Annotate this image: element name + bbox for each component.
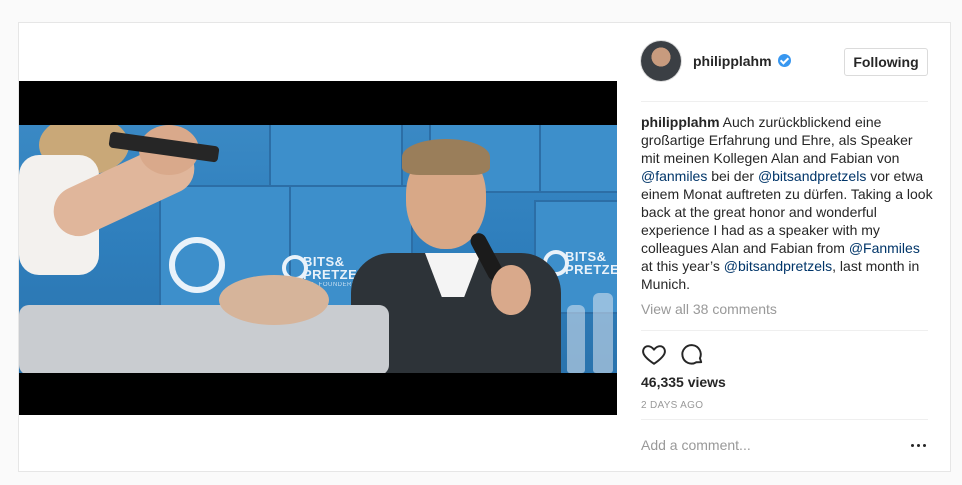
speaker-hair: [402, 139, 490, 175]
sofa: [19, 305, 389, 373]
person-hand: [219, 275, 329, 325]
water-bottle: [567, 305, 585, 373]
post-media[interactable]: BITS& PRETZELS THE FOUNDERS FESTIVAL BIT…: [19, 23, 617, 471]
comment-input[interactable]: [641, 433, 891, 457]
speech-bubble-icon[interactable]: [679, 341, 705, 367]
mention-link[interactable]: @bitsandpretzels: [758, 168, 866, 184]
backdrop-panel: [269, 125, 403, 193]
post-header: philipplahm Following: [641, 23, 928, 102]
caption-username-link[interactable]: philipplahm: [641, 114, 720, 130]
dot: [917, 444, 920, 447]
caption-text: at this year’s: [641, 258, 724, 274]
backdrop-panel: [539, 125, 617, 193]
video-frame: BITS& PRETZELS THE FOUNDERS FESTIVAL BIT…: [19, 125, 617, 373]
username-link[interactable]: philipplahm: [693, 53, 772, 69]
heart-icon[interactable]: [641, 341, 667, 367]
divider: [641, 330, 928, 331]
post-caption: philipplahm Auch zurückblickend eine gro…: [641, 113, 933, 293]
view-all-comments-link[interactable]: View all 38 comments: [641, 301, 777, 317]
verified-badge-icon: [778, 54, 791, 67]
mention-link[interactable]: @Fanmiles: [849, 240, 920, 256]
divider: [641, 419, 928, 420]
following-button[interactable]: Following: [844, 48, 928, 76]
view-count[interactable]: 46,335 views: [641, 374, 726, 390]
more-options-icon[interactable]: [909, 439, 929, 451]
caption-text: bei der: [707, 168, 758, 184]
backdrop-logo-text: BITS& PRETZELS: [565, 249, 617, 277]
mention-link[interactable]: @bitsandpretzels: [724, 258, 832, 274]
speaker-hand: [491, 265, 531, 315]
post-card: BITS& PRETZELS THE FOUNDERS FESTIVAL BIT…: [18, 22, 951, 472]
post-date[interactable]: 2 DAYS AGO: [641, 400, 703, 411]
avatar[interactable]: [641, 41, 681, 81]
dot: [923, 444, 926, 447]
pretzel-logo-icon: [169, 237, 225, 293]
post-sidebar: philipplahm Following philipplahm Auch z…: [625, 23, 952, 471]
dot: [911, 444, 914, 447]
mention-link[interactable]: @fanmiles: [641, 168, 707, 184]
water-bottle: [593, 293, 613, 373]
video-player[interactable]: BITS& PRETZELS THE FOUNDERS FESTIVAL BIT…: [19, 81, 617, 415]
